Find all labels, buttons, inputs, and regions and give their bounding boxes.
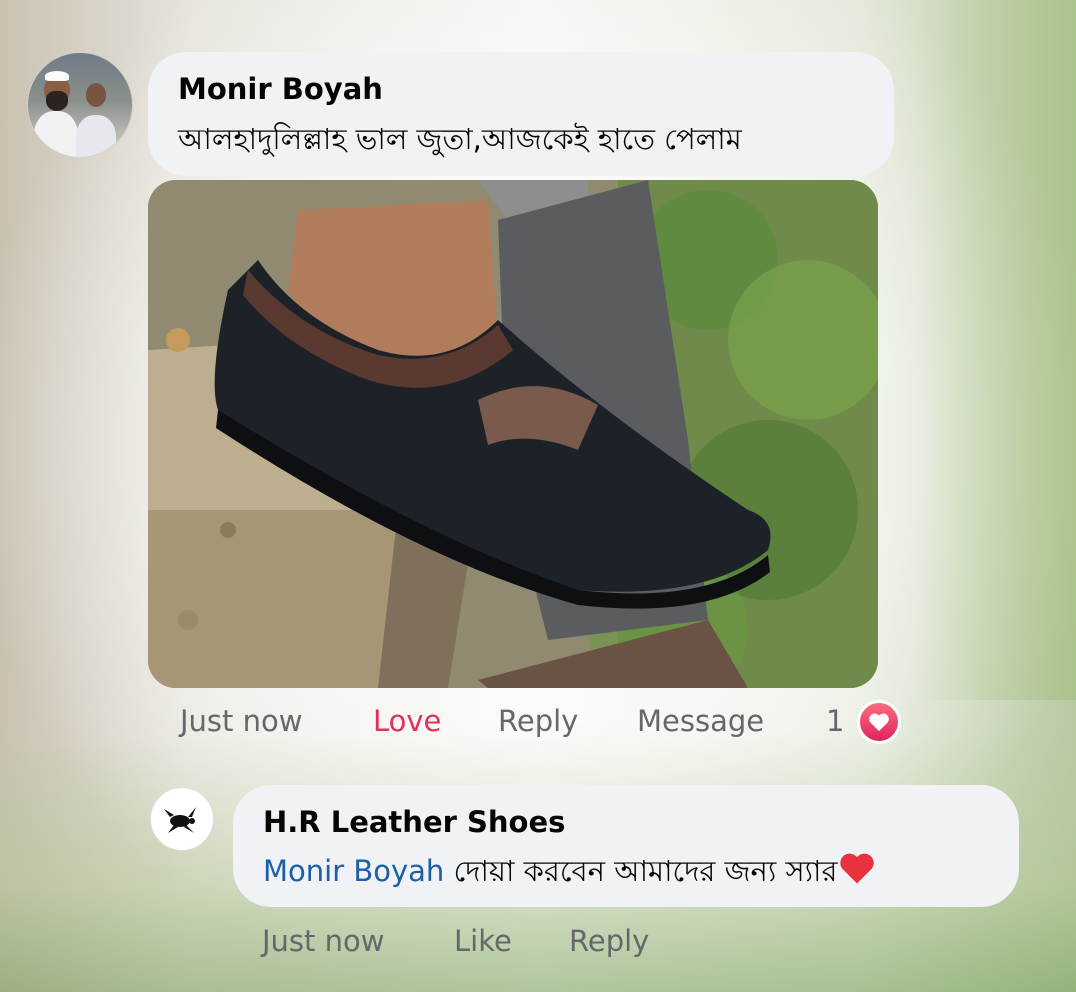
reply-time: Just now: [262, 924, 385, 958]
avatar-hr-leather-shoes[interactable]: [150, 787, 214, 851]
background-foliage: [916, 0, 1076, 700]
reaction-count[interactable]: 1: [826, 704, 844, 738]
reply-text: Monir Boyah দোয়া করবেন আমাদের জন্য স্যা…: [263, 849, 877, 898]
reply-message: দোয়া করবেন আমাদের জন্য স্যার: [444, 854, 838, 888]
reply-button[interactable]: Reply: [498, 704, 578, 738]
avatar-monir-boyah[interactable]: [27, 52, 133, 158]
reply-bubble: H.R Leather Shoes Monir Boyah দোয়া করবে…: [233, 785, 1019, 907]
red-heart-icon: [840, 853, 875, 884]
mention-link[interactable]: Monir Boyah: [263, 854, 444, 888]
avatar-figure-2: [76, 115, 116, 157]
comment-time: Just now: [180, 704, 303, 738]
comment-bubble: Monir Boyah আলহাদুলিল্লাহ ভাল জুতা,আজকেই…: [148, 52, 894, 176]
comment-author[interactable]: Monir Boyah: [178, 72, 383, 106]
heart-glyph-icon: [869, 713, 889, 732]
heart-reaction-icon[interactable]: [857, 700, 901, 744]
comment-photo[interactable]: [148, 180, 878, 688]
avatar-figure: [34, 111, 78, 157]
page-logo-icon: [164, 807, 196, 833]
avatar-beard: [46, 91, 68, 111]
avatar-cap: [45, 71, 69, 81]
reply-author[interactable]: H.R Leather Shoes: [263, 805, 565, 839]
shoe-photo-illustration: [148, 180, 878, 688]
like-button[interactable]: Like: [454, 924, 512, 958]
love-button[interactable]: Love: [373, 704, 441, 738]
comment-text: আলহাদুলিল্লাহ ভাল জুতা,আজকেই হাতে পেলাম: [178, 122, 742, 156]
reply-reply-button[interactable]: Reply: [569, 924, 649, 958]
avatar-head-2: [86, 83, 106, 107]
message-button[interactable]: Message: [637, 704, 764, 738]
